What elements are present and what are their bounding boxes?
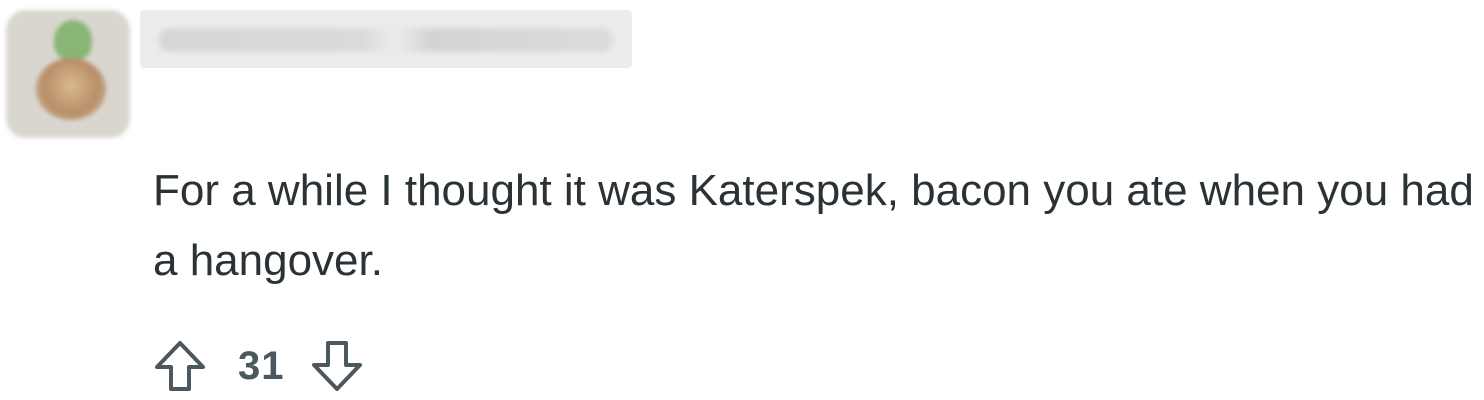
avatar[interactable] (6, 10, 130, 138)
upvote-button[interactable] (152, 338, 208, 394)
username-redacted[interactable] (140, 10, 632, 68)
vote-count: 31 (238, 343, 285, 388)
vote-bar: 31 (152, 336, 365, 396)
downvote-icon (311, 341, 362, 391)
downvote-button[interactable] (309, 338, 365, 394)
comment-body: For a while I thought it was Katerspek, … (153, 166, 1474, 285)
avatar-leaf (54, 20, 92, 60)
comment: For a while I thought it was Katerspek, … (0, 0, 1484, 400)
username-blur (158, 28, 614, 52)
avatar-face (36, 58, 106, 120)
upvote-icon (155, 341, 205, 391)
